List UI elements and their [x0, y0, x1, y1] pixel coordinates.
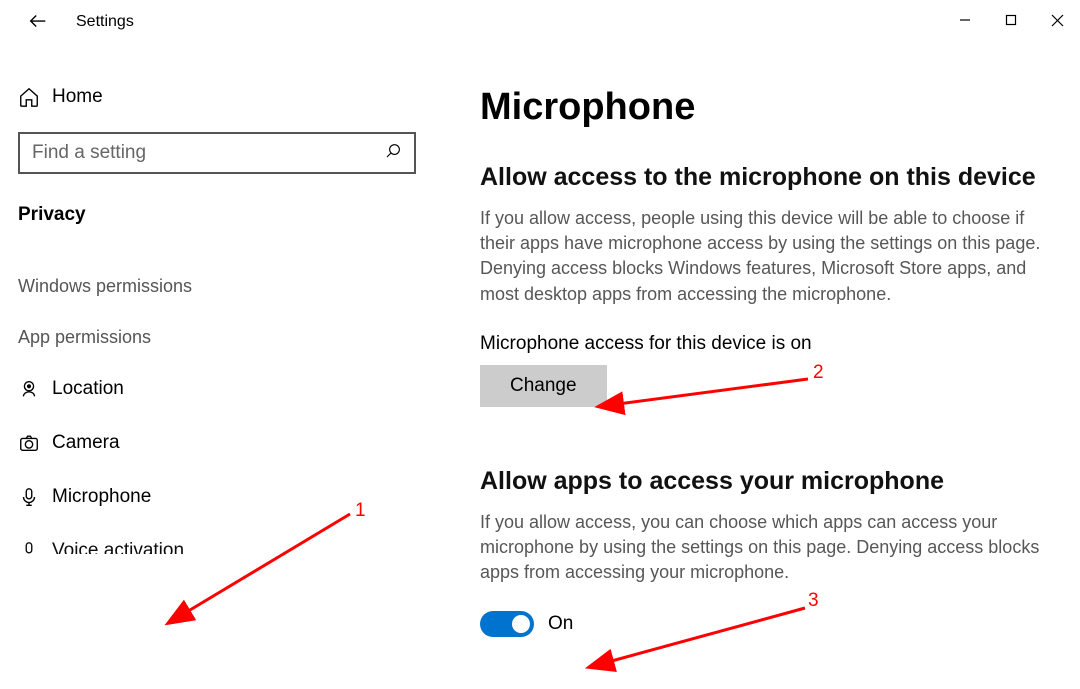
section1-description: If you allow access, people using this d… [480, 206, 1060, 307]
change-button[interactable]: Change [480, 365, 607, 407]
voice-activation-icon [18, 540, 52, 554]
minimize-icon [959, 14, 971, 26]
toggle-label: On [548, 613, 573, 635]
section1-heading: Allow access to the microphone on this d… [480, 163, 1060, 192]
window-title: Settings [76, 13, 134, 31]
allow-apps-toggle[interactable] [480, 611, 534, 637]
nav-home-label: Home [52, 86, 103, 108]
sidebar-item-label: Voice activation [52, 540, 184, 554]
search-icon [384, 142, 402, 165]
category-privacy: Privacy [18, 204, 420, 226]
minimize-button[interactable] [942, 0, 988, 40]
sidebar-item-label: Location [52, 378, 124, 400]
camera-icon [18, 432, 52, 454]
sidebar-item-label: Microphone [52, 486, 151, 508]
maximize-button[interactable] [988, 0, 1034, 40]
maximize-icon [1005, 14, 1017, 26]
section2-description: If you allow access, you can choose whic… [480, 510, 1060, 586]
microphone-icon [18, 486, 52, 508]
sidebar-item-location[interactable]: Location [18, 378, 420, 400]
section2-heading: Allow apps to access your microphone [480, 467, 1060, 496]
sidebar-item-microphone[interactable]: Microphone [18, 486, 420, 508]
close-icon [1051, 14, 1064, 27]
sidebar-item-voice-activation[interactable]: Voice activation [18, 540, 420, 554]
back-button[interactable] [18, 2, 58, 42]
nav-home[interactable]: Home [18, 86, 420, 108]
microphone-access-status: Microphone access for this device is on [480, 333, 1060, 355]
sidebar-item-camera[interactable]: Camera [18, 432, 420, 454]
toggle-knob [512, 615, 530, 633]
location-icon [18, 378, 52, 400]
home-icon [18, 86, 52, 108]
page-title: Microphone [480, 86, 1060, 129]
sidebar-item-label: Camera [52, 432, 120, 454]
back-arrow-icon [27, 10, 49, 32]
search-input[interactable]: Find a setting [18, 132, 416, 174]
close-button[interactable] [1034, 0, 1080, 40]
search-placeholder: Find a setting [32, 142, 146, 164]
group-windows-permissions: Windows permissions [18, 276, 420, 297]
group-app-permissions: App permissions [18, 327, 420, 348]
